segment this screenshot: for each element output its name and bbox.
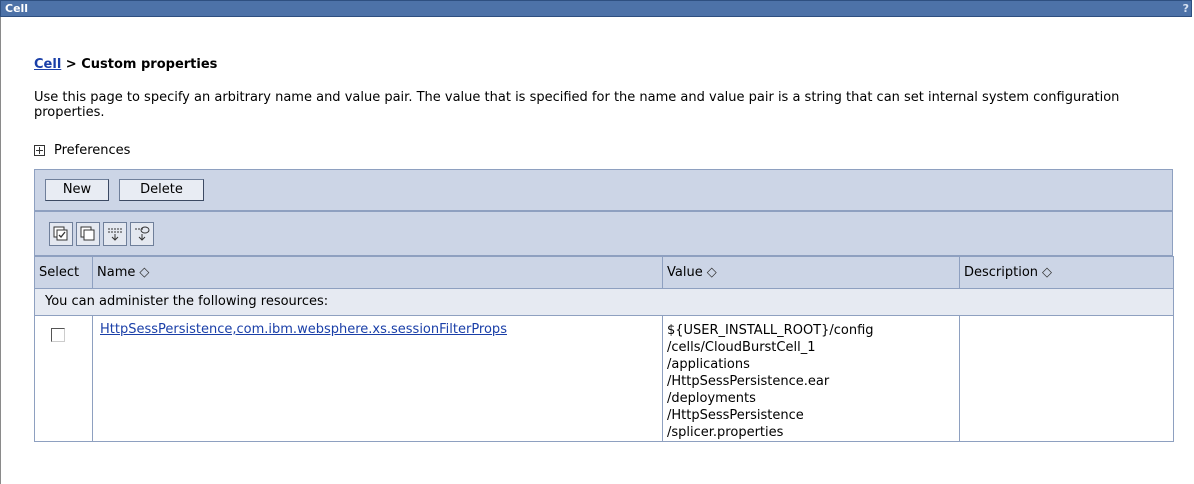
description-cell	[959, 315, 1174, 442]
preferences-label[interactable]: Preferences	[54, 143, 130, 158]
plus-box-icon[interactable]	[34, 145, 45, 156]
table-row: HttpSessPersistence,com.ibm.websphere.xs…	[34, 315, 1174, 442]
select-all-icon[interactable]	[49, 222, 73, 246]
sort-icon[interactable]: ◇	[1042, 265, 1052, 280]
left-border	[0, 17, 1, 484]
clear-filter-icon[interactable]	[130, 222, 154, 246]
custom-properties-table: Select Name ◇ Value ◇ Description ◇ You can…	[34, 256, 1174, 442]
column-header-name[interactable]: Name ◇	[92, 256, 663, 289]
message-row: You can administer the following resourc…	[34, 288, 1174, 316]
sort-icon[interactable]: ◇	[139, 265, 149, 280]
collection-panel: New Delete Select Name ◇ Value ◇ Descripti…	[34, 169, 1174, 472]
new-button[interactable]: New	[45, 179, 109, 201]
breadcrumb: Cell > Custom properties	[34, 57, 217, 72]
breadcrumb-separator: >	[61, 57, 82, 72]
value-cell: ${USER_INSTALL_ROOT}/config /cells/Cloud…	[662, 315, 960, 442]
button-toolbar: New Delete	[34, 169, 1173, 211]
page-title: Custom properties	[81, 57, 218, 72]
sort-icon[interactable]: ◇	[707, 265, 717, 280]
select-cell	[34, 315, 93, 442]
window-title-bar: Cell ?	[0, 0, 1192, 17]
window-title: Cell	[5, 2, 29, 15]
show-filter-icon[interactable]	[103, 222, 127, 246]
table-header-row: Select Name ◇ Value ◇ Description ◇	[34, 256, 1174, 289]
deselect-all-icon[interactable]	[76, 222, 100, 246]
name-cell: HttpSessPersistence,com.ibm.websphere.xs…	[92, 315, 663, 442]
resources-message: You can administer the following resourc…	[34, 288, 1174, 316]
property-value: ${USER_INSTALL_ROOT}/config /cells/Cloud…	[667, 323, 874, 440]
column-header-description[interactable]: Description ◇	[959, 256, 1174, 289]
icon-toolbar	[34, 211, 1173, 256]
preferences-toggle[interactable]: Preferences	[34, 143, 130, 158]
page-description: Use this page to specify an arbitrary na…	[34, 90, 1120, 120]
column-header-select: Select	[34, 256, 93, 289]
help-icon[interactable]: ?	[1183, 1, 1189, 16]
row-select-checkbox[interactable]	[51, 328, 65, 342]
delete-button[interactable]: Delete	[119, 179, 204, 201]
breadcrumb-link-cell[interactable]: Cell	[34, 57, 61, 72]
column-header-value[interactable]: Value ◇	[662, 256, 960, 289]
property-name-link[interactable]: HttpSessPersistence,com.ibm.websphere.xs…	[100, 322, 662, 337]
